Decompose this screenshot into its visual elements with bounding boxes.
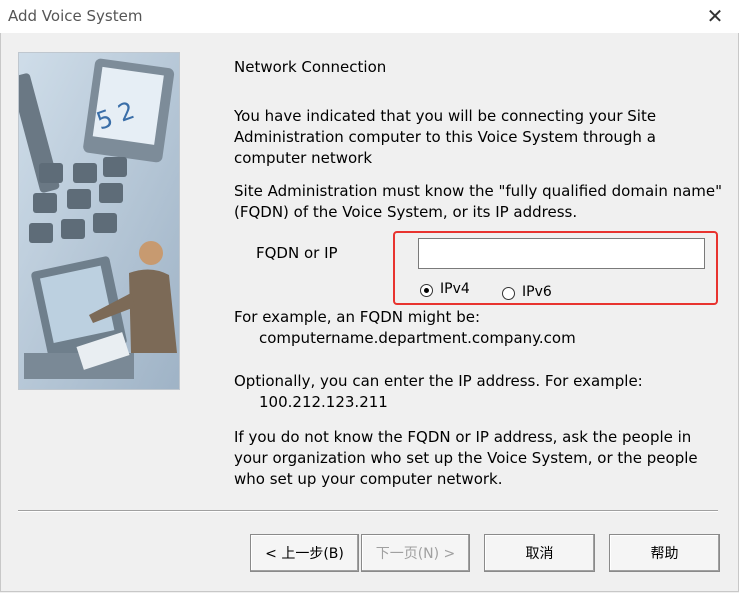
example-ip-text: Optionally, you can enter the IP address… [234,372,643,390]
example-ip-value: 100.212.123.211 [259,393,388,411]
help-line-2: your organization who set up the Voice S… [234,449,698,467]
ipv4-label[interactable]: IPv4 [440,281,470,297]
help-line-1: If you do not know the FQDN or IP addres… [234,428,692,446]
fqdn-field-label: FQDN or IP [256,244,338,262]
example-fqdn-value: computername.department.company.com [259,329,576,347]
window-title: Add Voice System [8,7,143,25]
ipv6-radio[interactable] [502,287,515,300]
example-fqdn-text: For example, an FQDN might be: [234,308,481,326]
intro-line-2: Administration computer to this Voice Sy… [234,128,656,146]
back-button[interactable]: < 上一步(B) [250,534,359,572]
fqdn-line-1: Site Administration must know the "fully… [234,182,723,200]
title-bar: Add Voice System ✕ [0,0,739,33]
intro-line-3: computer network [234,149,373,167]
ipv6-label[interactable]: IPv6 [522,284,552,300]
fqdn-line-2: (FQDN) of the Voice System, or its IP ad… [234,203,578,221]
button-separator [18,510,718,512]
phone-computer-illustration: 5 2 [19,53,179,389]
wizard-illustration: 5 2 [18,52,180,390]
cancel-button[interactable]: 取消 [484,534,595,572]
help-button[interactable]: 帮助 [609,534,720,572]
fqdn-input[interactable] [418,238,705,269]
page-heading: Network Connection [234,58,387,76]
ipv4-radio[interactable] [420,284,433,297]
help-line-3: who set up your computer network. [234,470,503,488]
next-button[interactable]: 下一页(N) > [361,534,470,572]
close-icon[interactable]: ✕ [705,6,725,26]
intro-line-1: You have indicated that you will be conn… [234,107,657,125]
